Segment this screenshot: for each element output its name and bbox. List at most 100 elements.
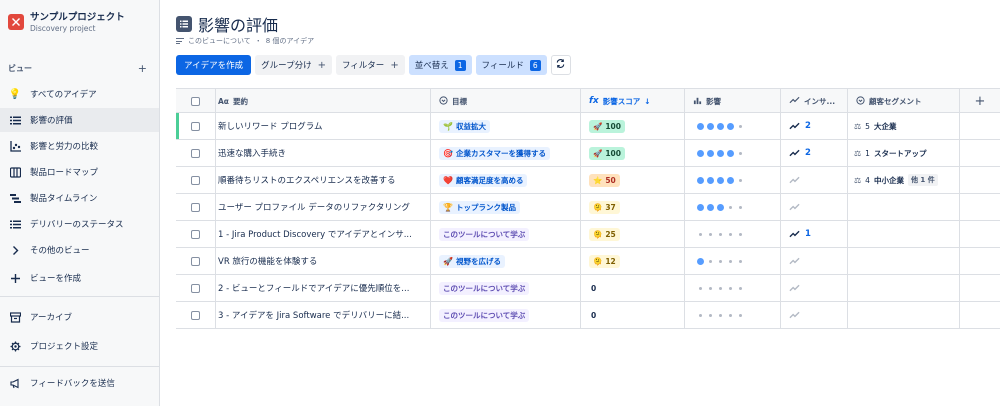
insights-cell[interactable] [781,275,848,301]
goal-cell[interactable]: 🎯 企業カスタマーを獲得する [431,140,581,166]
impact-rating-cell[interactable] [685,167,781,193]
table-row[interactable]: 新しいリワード プログラム 🌱 収益拡大 🚀 100 2 ⚖ 5 大企業 [176,113,1000,140]
sidebar-item-product-roadmap[interactable]: 製品ロードマップ [0,160,159,184]
segment-cell[interactable]: ⚖ 1 スタートアップ [848,140,960,166]
summary-cell[interactable]: 3 - アイデアを Jira Software でデリバリーに結... [216,302,431,328]
table-row[interactable]: 1 - Jira Product Discovery でアイデアとインサ... こ… [176,221,1000,248]
impact-score-badge: ⭐ 50 [589,173,620,187]
sort-button[interactable]: 並べ替え 1 [408,55,472,75]
insights-cell[interactable] [781,167,848,193]
impact-rating-cell[interactable] [685,248,781,274]
table-row[interactable]: 迅速な購入手続き 🎯 企業カスタマーを獲得する 🚀 100 2 ⚖ 1 スタートアップ [176,140,1000,167]
segment-cell[interactable]: ⚖ 5 大企業 [848,113,960,139]
add-view-icon[interactable]: + [138,63,147,74]
summary-cell[interactable]: ユーザー プロファイル データのリファクタリング [216,194,431,220]
timeline-icon [9,192,21,204]
sidebar-item-project-settings[interactable]: プロジェクト設定 [0,334,159,358]
row-checkbox[interactable] [191,121,200,131]
select-all-checkbox[interactable] [191,96,200,106]
row-checkbox[interactable] [191,283,200,293]
goal-cell[interactable]: このツールについて学ぶ [431,221,581,247]
row-checkbox[interactable] [191,202,200,212]
rating-dot-empty [739,232,742,236]
ideas-table: Aα 要約 目標 fx 影響スコア ↓ 影響 インサ... 顧客セグメント + … [176,88,1000,329]
summary-cell[interactable]: 迅速な購入手続き [216,140,431,166]
impact-rating-cell[interactable] [685,113,781,139]
insights-cell[interactable] [781,194,848,220]
sidebar-item-product-timeline[interactable]: 製品タイムライン [0,186,159,210]
column-header-summary[interactable]: Aα 要約 [216,89,431,113]
goal-label: 顧客満足度を高める [455,175,524,185]
goal-cell[interactable]: このツールについて学ぶ [431,275,581,301]
add-column-button[interactable]: + [975,94,986,109]
table-row[interactable]: VR 旅行の機能を体験する 🚀 視野を広げる 🫠 12 [176,248,1000,275]
add-column-cell: + [960,89,1000,113]
table-row[interactable]: 3 - アイデアを Jira Software でデリバリーに結... このツール… [176,302,1000,329]
sidebar-item-feedback[interactable]: フィードバックを送信 [0,371,159,395]
impact-rating-cell[interactable] [685,194,781,220]
column-header-impact-score[interactable]: fx 影響スコア ↓ [581,89,685,113]
sidebar-item-delivery-status[interactable]: デリバリーのステータス [0,212,159,236]
table-row[interactable]: ユーザー プロファイル データのリファクタリング 🏆 トップランク製品 🫠 37 [176,194,1000,221]
segment-cell[interactable] [848,221,960,247]
summary-cell[interactable]: 順番待ちリストのエクスペリエンスを改善する [216,167,431,193]
row-checkbox[interactable] [191,310,200,320]
goal-cell[interactable]: このツールについて学ぶ [431,302,581,328]
insights-cell[interactable] [781,302,848,328]
goal-cell[interactable]: ❤️ 顧客満足度を高める [431,167,581,193]
group-by-button[interactable]: グループ分け + [255,55,332,75]
sidebar-item-create-view[interactable]: ビューを作成 [0,266,159,290]
goal-cell[interactable]: 🏆 トップランク製品 [431,194,581,220]
segment-cell[interactable] [848,248,960,274]
idea-summary: 新しいリワード プログラム [218,122,323,132]
column-header-goal[interactable]: 目標 [431,89,581,113]
column-header-segment[interactable]: 顧客セグメント [848,89,960,113]
project-header[interactable]: サンプルプロジェクト Discovery project [8,12,125,34]
insights-cell[interactable]: 1 [781,221,848,247]
impact-rating-cell[interactable] [685,140,781,166]
list-icon [9,114,21,126]
rating-dot-empty [729,313,732,317]
sidebar-item-other-views[interactable]: その他のビュー [0,238,159,262]
goal-tag: 🎯 企業カスタマーを獲得する [439,146,550,160]
segment-cell[interactable]: ⚖ 4 中小企業他 1 件 [848,167,960,193]
impact-rating-cell[interactable] [685,221,781,247]
row-checkbox[interactable] [191,229,200,239]
fields-button[interactable]: フィールド 6 [475,55,547,75]
column-header-impact[interactable]: 影響 [685,89,781,113]
trend-icon [789,176,800,184]
insights-cell[interactable]: 2 [781,140,848,166]
summary-cell[interactable]: 新しいリワード プログラム [216,113,431,139]
segment-cell[interactable] [848,194,960,220]
sidebar-item-archive[interactable]: アーカイブ [0,305,159,329]
segment-count: 5 [865,121,870,131]
segment-cell[interactable] [848,275,960,301]
row-checkbox[interactable] [191,148,200,158]
row-checkbox[interactable] [191,256,200,266]
sidebar-item-impact-assessment[interactable]: 影響の評価 [0,108,159,132]
sidebar-item-all-ideas[interactable]: 💡 すべてのアイデア [0,82,159,106]
about-view-link[interactable]: このビューについて [188,36,251,46]
score-emoji-icon: 🚀 [593,121,603,131]
impact-rating-cell[interactable] [685,302,781,328]
column-header-insights[interactable]: インサ... [781,89,848,113]
view-description[interactable]: このビューについて ・ 8 個のアイデア [176,36,314,46]
row-checkbox[interactable] [191,175,200,185]
autosave-toggle-button[interactable] [550,55,571,75]
sidebar-item-impact-vs-effort[interactable]: 影響と労力の比較 [0,134,159,158]
table-row[interactable]: 2 - ビューとフィールドでアイデアに優先順位を... このツールについて学ぶ 0 [176,275,1000,302]
insights-cell[interactable]: 2 [781,113,848,139]
goal-cell[interactable]: 🚀 視野を広げる [431,248,581,274]
impact-rating-cell[interactable] [685,275,781,301]
goal-cell[interactable]: 🌱 収益拡大 [431,113,581,139]
summary-cell[interactable]: 2 - ビューとフィールドでアイデアに優先順位を... [216,275,431,301]
segment-cell[interactable] [848,302,960,328]
column-label: 影響 [706,96,721,106]
filter-button[interactable]: フィルター + [335,55,405,75]
table-row[interactable]: 順番待ちリストのエクスペリエンスを改善する ❤️ 顧客満足度を高める ⭐ 50 ⚖ 4 中小企… [176,167,1000,194]
insights-cell[interactable] [781,248,848,274]
create-idea-button[interactable]: アイデアを作成 [176,55,252,75]
summary-cell[interactable]: 1 - Jira Product Discovery でアイデアとインサ... [216,221,431,247]
scale-icon: ⚖ [854,175,862,185]
summary-cell[interactable]: VR 旅行の機能を体験する [216,248,431,274]
